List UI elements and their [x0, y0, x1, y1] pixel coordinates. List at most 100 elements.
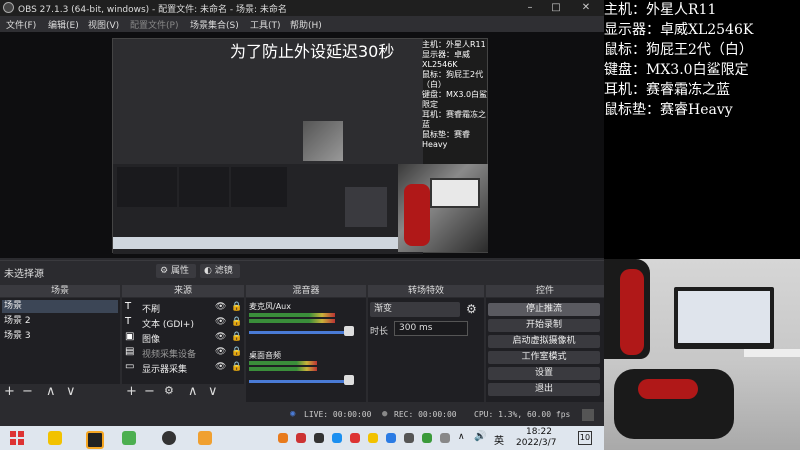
exit-button[interactable]: 退出	[488, 383, 600, 396]
nested-controls	[345, 187, 387, 227]
tray-icon[interactable]	[278, 433, 288, 443]
spec-line: 主机：外星人R11	[604, 2, 717, 18]
chair-red-panel	[620, 269, 644, 355]
overlay-title: 为了防止外设延迟30秒	[230, 42, 395, 61]
obs-taskbar-icon[interactable]	[162, 431, 176, 445]
start-recording-button[interactable]: 开始录制	[488, 319, 600, 332]
app-icon[interactable]	[86, 431, 104, 449]
visibility-icon[interactable]: 👁	[215, 317, 226, 327]
source-label: 视频采集设备	[142, 350, 197, 360]
source-label: 图像	[142, 335, 161, 345]
menu-profile[interactable]: 配置文件(P)	[130, 18, 178, 31]
gaming-chair-image	[404, 184, 430, 246]
source-item[interactable]: ▤ 视频采集设备 👁 🔒	[125, 346, 243, 360]
scene-item[interactable]: 场景 2	[2, 315, 118, 328]
remove-source-button[interactable]: −	[144, 384, 155, 399]
menu-scene-collection[interactable]: 场景集合(S)	[190, 18, 239, 31]
duration-value: 300 ms	[399, 323, 433, 333]
tray-icon[interactable]	[386, 433, 396, 443]
transition-select[interactable]: 渐变	[370, 302, 460, 317]
spec-line: 显示器：卓威XL2546K	[604, 22, 754, 38]
stop-streaming-button[interactable]: 停止推流	[488, 303, 600, 316]
transition-settings-icon[interactable]: ⚙	[466, 302, 477, 316]
lock-icon[interactable]: 🔒	[231, 362, 242, 372]
lock-icon[interactable]: 🔒	[231, 347, 242, 357]
tray-icon[interactable]	[332, 433, 342, 443]
clock-date[interactable]: 2022/3/7	[516, 438, 556, 448]
menu-tools[interactable]: 工具(T)	[250, 18, 281, 31]
tray-icon[interactable]	[440, 433, 450, 443]
app-icon[interactable]	[198, 431, 212, 445]
scene-item[interactable]: 场景	[2, 300, 118, 313]
volume-slider-handle[interactable]	[344, 375, 354, 385]
move-down-icon[interactable]: ∨	[208, 384, 218, 399]
source-item[interactable]: T 文本 (GDI+) 👁 🔒	[125, 316, 243, 330]
close-button[interactable]: ✕	[576, 1, 596, 15]
lock-icon[interactable]: 🔒	[231, 302, 242, 312]
duration-label: 时长	[370, 327, 389, 337]
menu-help[interactable]: 帮助(H)	[290, 18, 322, 31]
menu-file[interactable]: 文件(F)	[6, 18, 36, 31]
volume-slider[interactable]	[249, 331, 353, 334]
visibility-icon[interactable]: 👁	[215, 347, 226, 357]
tray-icon[interactable]	[296, 433, 306, 443]
windows-start-icon[interactable]	[10, 431, 24, 445]
mixer-panel: 麦克风/Aux 桌面音频	[246, 298, 366, 402]
filters-button[interactable]: ◐ 滤镜	[200, 264, 240, 278]
tray-icon[interactable]	[314, 433, 324, 443]
add-source-button[interactable]: +	[126, 384, 137, 399]
source-item[interactable]: ▭ 显示器采集 👁 🔒	[125, 361, 243, 375]
source-settings-icon[interactable]: ⚙	[164, 384, 174, 397]
settings-button[interactable]: 设置	[488, 367, 600, 380]
tray-overflow-icon[interactable]: ∧	[458, 432, 465, 442]
add-scene-button[interactable]: +	[4, 384, 15, 399]
maximize-button[interactable]: □	[546, 1, 566, 15]
menu-view[interactable]: 视图(V)	[88, 18, 119, 31]
tray-icon[interactable]	[422, 433, 432, 443]
visibility-icon[interactable]: 👁	[215, 332, 226, 342]
speaker-icon[interactable]: 🔊	[474, 431, 486, 442]
notification-center-icon[interactable]: 10	[578, 431, 592, 445]
visibility-icon[interactable]: 👁	[215, 302, 226, 312]
move-down-icon[interactable]: ∨	[66, 384, 76, 399]
scenes-footer: + − ∧ ∨	[0, 384, 120, 402]
tray-icon[interactable]	[368, 433, 378, 443]
volume-slider[interactable]	[249, 380, 353, 383]
source-item[interactable]: T 不刷 👁 🔒	[125, 301, 243, 315]
remove-scene-button[interactable]: −	[22, 384, 33, 399]
source-label: 显示器采集	[142, 365, 188, 375]
move-up-icon[interactable]: ∧	[188, 384, 198, 399]
minimize-button[interactable]: –	[520, 1, 540, 15]
rec-icon: ●	[382, 409, 388, 419]
monitor-screen	[678, 291, 770, 343]
camera-icon: ▤	[125, 346, 135, 357]
input-language[interactable]: 英	[494, 432, 504, 447]
lock-icon[interactable]: 🔒	[231, 332, 242, 342]
properties-button[interactable]: ⚙ 属性	[156, 264, 196, 278]
tray-icon[interactable]	[350, 433, 360, 443]
mini-specs-list: 主机：外星人R11 显示器：卓威XL2546K 鼠标：狗屁王2代（白） 键盘：M…	[422, 40, 488, 150]
cpu-fps-status: CPU: 1.3%, 60.00 fps	[474, 410, 571, 419]
scene-item[interactable]: 场景 3	[2, 330, 118, 343]
webcam-feed	[604, 259, 800, 450]
clock-time[interactable]: 18:22	[526, 427, 552, 437]
menu-edit[interactable]: 编辑(E)	[48, 18, 79, 31]
studio-mode-button[interactable]: 工作室模式	[488, 351, 600, 364]
move-up-icon[interactable]: ∧	[46, 384, 56, 399]
lock-icon[interactable]: 🔒	[231, 317, 242, 327]
transition-value: 渐变	[374, 304, 393, 314]
app-icon[interactable]	[48, 431, 62, 445]
duration-input[interactable]: 300 ms	[394, 321, 468, 336]
status-bar: ◉ LIVE: 00:00:00 ● REC: 00:00:00 CPU: 1.…	[0, 405, 604, 426]
webcam-preview-small	[398, 164, 488, 252]
source-item[interactable]: ▣ 图像 👁 🔒	[125, 331, 243, 345]
visibility-icon[interactable]: 👁	[215, 362, 226, 372]
menu-bar: 文件(F) 编辑(E) 视图(V) 配置文件(P) 场景集合(S) 工具(T) …	[0, 16, 604, 32]
volume-slider-handle[interactable]	[344, 326, 354, 336]
virtual-camera-button[interactable]: 启动虚拟摄像机	[488, 335, 600, 348]
tray-icon[interactable]	[404, 433, 414, 443]
mixer-channel-name: 麦克风/Aux	[249, 302, 291, 311]
mixer-channel-name: 桌面音频	[249, 351, 281, 360]
transitions-title: 转场特效	[407, 286, 444, 296]
app-icon[interactable]	[122, 431, 136, 445]
